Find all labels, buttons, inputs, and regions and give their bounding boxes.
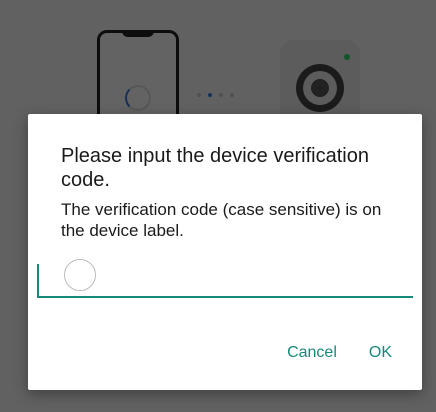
verification-code-field[interactable] bbox=[37, 258, 413, 300]
dialog-title: Please input the device verification cod… bbox=[61, 145, 369, 191]
text-cursor bbox=[37, 264, 39, 298]
verification-dialog: Please input the device verification cod… bbox=[28, 114, 422, 390]
circle-icon bbox=[64, 259, 96, 291]
screen: Please input the device verification cod… bbox=[0, 0, 436, 412]
cancel-button[interactable]: Cancel bbox=[277, 336, 347, 370]
ok-button[interactable]: OK bbox=[359, 336, 402, 370]
dialog-actions: Cancel OK bbox=[277, 336, 402, 370]
dialog-message: The verification code (case sensitive) i… bbox=[61, 200, 382, 240]
